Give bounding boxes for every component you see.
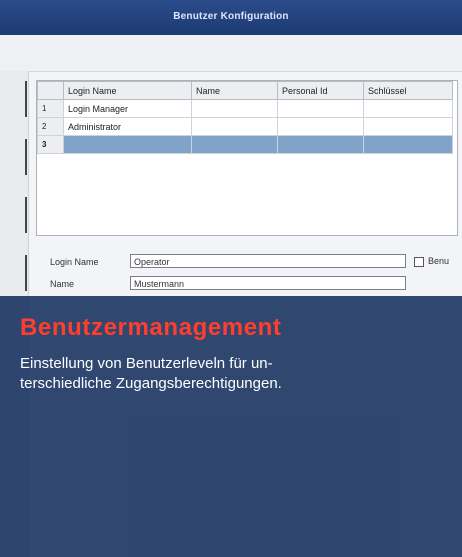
row-number: 2	[37, 117, 64, 136]
table-row[interactable]: 1 Login Manager	[37, 99, 453, 118]
user-table: Login Name Name Personal Id Schlüssel 1 …	[36, 80, 458, 236]
name-label: Name	[50, 279, 75, 289]
nav-button-2[interactable]	[0, 139, 27, 175]
description-line-2: terschiedliche Zugangsberechtigungen.	[20, 375, 282, 392]
row-number: 1	[37, 99, 64, 118]
col-personal-id[interactable]: Personal Id	[277, 81, 364, 100]
cell-pid[interactable]	[277, 135, 364, 154]
table-header-row: Login Name Name Personal Id Schlüssel	[37, 81, 453, 100]
nav-button-3[interactable]	[0, 197, 27, 233]
login-name-label: Login Name	[50, 257, 99, 267]
description-line-1: Einstellung von Benutzerleveln für un-	[20, 355, 273, 372]
toolbar	[0, 35, 462, 72]
col-login-name[interactable]: Login Name	[63, 81, 192, 100]
row-number: 3	[37, 135, 64, 154]
cell-name[interactable]	[191, 117, 278, 136]
row-number-header	[37, 81, 64, 100]
login-name-input[interactable]: Operator	[130, 254, 406, 268]
cell-name[interactable]	[191, 135, 278, 154]
benutzer-checkbox[interactable]	[414, 257, 424, 267]
table-row-selected[interactable]: 3	[37, 135, 453, 154]
col-name[interactable]: Name	[191, 81, 278, 100]
cell-key[interactable]	[363, 99, 453, 118]
nav-button-4[interactable]	[0, 255, 27, 291]
table-row[interactable]: 2 Administrator	[37, 117, 453, 136]
name-input[interactable]: Mustermann	[130, 276, 406, 290]
cell-pid[interactable]	[277, 99, 364, 118]
cell-key[interactable]	[363, 135, 453, 154]
checkbox-label: Benu	[428, 256, 450, 266]
cell-login[interactable]: Administrator	[63, 117, 192, 136]
col-key[interactable]: Schlüssel	[363, 81, 453, 100]
cell-login[interactable]: Login Manager	[63, 99, 192, 118]
nav-button-1[interactable]	[0, 81, 27, 117]
feature-headline: Benutzermanagement	[20, 314, 282, 341]
cell-login[interactable]	[63, 135, 192, 154]
cell-key[interactable]	[363, 117, 453, 136]
cell-name[interactable]	[191, 99, 278, 118]
cell-pid[interactable]	[277, 117, 364, 136]
window-title: Benutzer Konfiguration	[0, 0, 462, 35]
feature-description: Einstellung von Benutzerleveln für un- t…	[20, 354, 450, 394]
